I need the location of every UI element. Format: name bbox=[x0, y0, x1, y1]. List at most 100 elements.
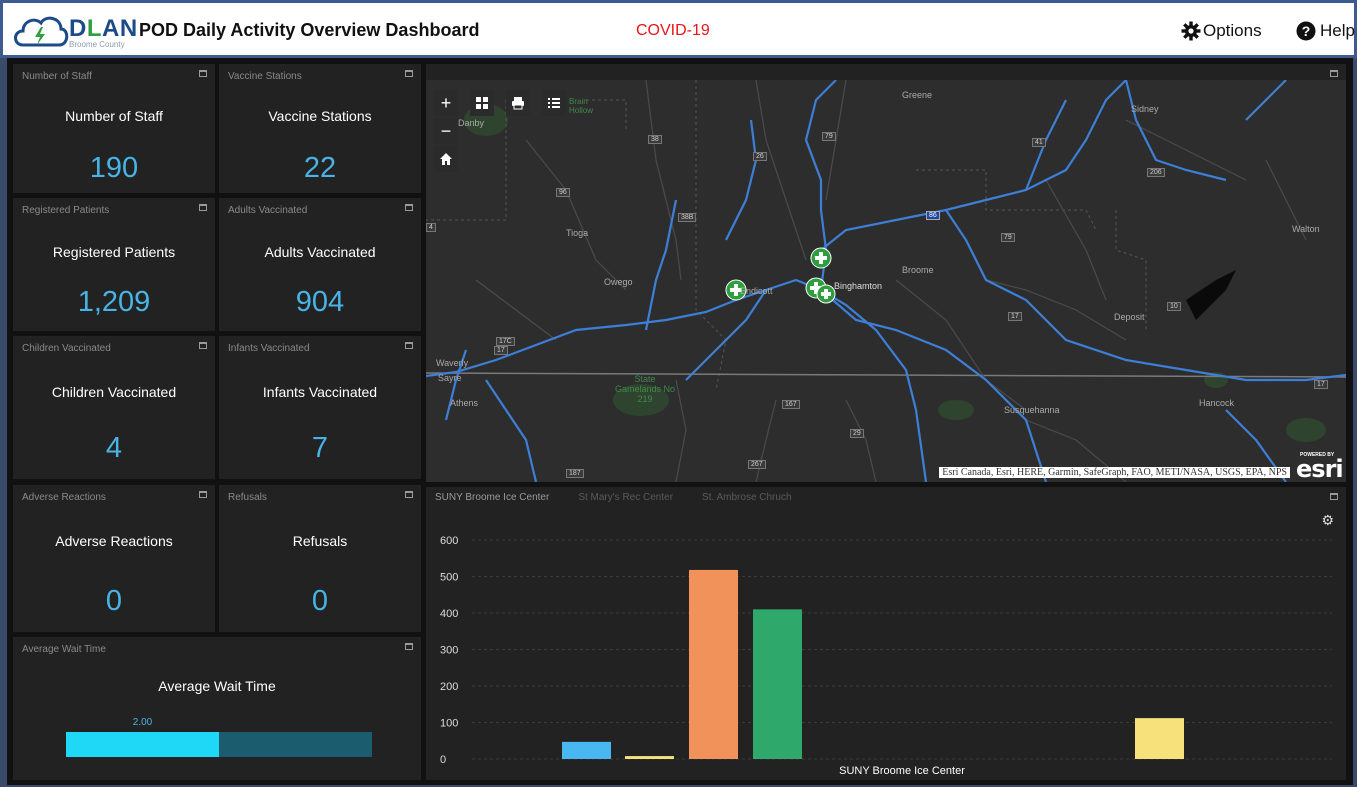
map-label: Sidney bbox=[1131, 104, 1159, 114]
indicator-adults-vaccinated: Adults Vaccinated Adults Vaccinated 904 bbox=[219, 198, 421, 331]
maximize-icon[interactable] bbox=[1330, 70, 1338, 77]
map-label: Hancock bbox=[1199, 398, 1235, 408]
route-shield: 29 bbox=[850, 429, 864, 438]
grid-icon bbox=[476, 97, 488, 109]
indicator-label: Adults Vaccinated bbox=[264, 244, 376, 260]
indicator-vaccine-stations: Vaccine Stations Vaccine Stations 22 bbox=[219, 64, 421, 193]
options-button[interactable]: Options bbox=[1181, 21, 1262, 41]
map-label: Walton bbox=[1292, 224, 1320, 234]
help-label: Help bbox=[1320, 21, 1355, 40]
card-header: Adverse Reactions bbox=[22, 492, 106, 503]
plus-icon: + bbox=[440, 92, 452, 113]
route-shield: 79 bbox=[1001, 233, 1015, 242]
legend-button[interactable] bbox=[542, 90, 566, 116]
app-header: DLAN Broome County POD Daily Activity Ov… bbox=[0, 0, 1357, 58]
maximize-icon[interactable] bbox=[405, 491, 413, 498]
x-category-label: SUNY Broome Ice Center bbox=[839, 765, 965, 777]
map-canvas[interactable]: Greene Sidney Danby Tioga Owego Endicott… bbox=[426, 80, 1346, 482]
map-label: Endicott bbox=[740, 286, 773, 296]
indicator-value: 0 bbox=[311, 585, 329, 617]
home-button[interactable] bbox=[434, 146, 458, 172]
basemap-gallery-button[interactable] bbox=[470, 90, 494, 116]
route-shield: 187 bbox=[566, 469, 584, 478]
maximize-icon[interactable] bbox=[199, 204, 207, 211]
minus-icon: − bbox=[440, 120, 452, 141]
gauge-value-label: 2.00 bbox=[132, 717, 153, 728]
print-icon bbox=[512, 97, 524, 110]
bar-chart-panel: SUNY Broome Ice Center St Mary's Rec Cen… bbox=[426, 487, 1346, 780]
y-tick-label: 300 bbox=[440, 645, 458, 657]
route-shield: 41 bbox=[1032, 138, 1046, 147]
map-label: State Gamelands No 219 bbox=[614, 374, 676, 404]
page-title: POD Daily Activity Overview Dashboard bbox=[139, 20, 480, 40]
bar[interactable] bbox=[689, 569, 738, 759]
maximize-icon[interactable] bbox=[199, 342, 207, 349]
logo-wordmark: DLAN bbox=[69, 15, 138, 42]
map-label: Broome bbox=[902, 265, 934, 275]
indicator-children-vaccinated: Children Vaccinated Children Vaccinated … bbox=[13, 336, 215, 479]
dlan-logo[interactable]: DLAN Broome County bbox=[11, 11, 137, 53]
indicator-label: Children Vaccinated bbox=[51, 384, 177, 400]
card-header: Number of Staff bbox=[22, 71, 92, 82]
gauge-fill bbox=[66, 732, 219, 757]
zoom-in-button[interactable]: + bbox=[434, 90, 458, 116]
route-shield: 167 bbox=[782, 400, 800, 409]
basemap bbox=[426, 80, 1346, 482]
maximize-icon[interactable] bbox=[199, 70, 207, 77]
indicator-value: 7 bbox=[311, 432, 329, 464]
indicator-value: 4 bbox=[105, 432, 123, 464]
maximize-icon[interactable] bbox=[405, 342, 413, 349]
print-button[interactable] bbox=[506, 90, 530, 116]
esri-logo[interactable]: POWERED BY esri bbox=[1292, 450, 1344, 482]
cloud-lightning-icon bbox=[14, 16, 69, 47]
map-label: Owego bbox=[604, 277, 633, 287]
card-header: Vaccine Stations bbox=[228, 71, 302, 82]
route-shield: 17C bbox=[496, 337, 515, 346]
card-header: Registered Patients bbox=[22, 205, 110, 216]
indicator-label: Vaccine Stations bbox=[268, 108, 372, 124]
route-shield: 10 bbox=[1167, 302, 1181, 311]
bar[interactable] bbox=[1135, 718, 1184, 759]
indicator-value: 22 bbox=[303, 152, 337, 184]
bar[interactable] bbox=[562, 741, 611, 759]
indicator-label: Registered Patients bbox=[52, 244, 176, 260]
map-label: Greene bbox=[902, 90, 933, 100]
indicator-label: Refusals bbox=[292, 533, 348, 549]
map-panel: Greene Sidney Danby Tioga Owego Endicott… bbox=[426, 64, 1346, 482]
help-button[interactable]: ? Help bbox=[1296, 21, 1355, 41]
map-attribution: Esri Canada, Esri, HERE, Garmin, SafeGra… bbox=[939, 467, 1290, 478]
maximize-icon[interactable] bbox=[405, 643, 413, 650]
map-label: Brain Hollow bbox=[569, 97, 594, 115]
bar[interactable] bbox=[625, 756, 674, 759]
indicator-refusals: Refusals Refusals 0 bbox=[219, 485, 421, 632]
map-label: Susquehanna bbox=[1004, 405, 1060, 415]
indicator-number-of-staff: Number of Staff Number of Staff 190 bbox=[13, 64, 215, 193]
indicator-label: Infants Vaccinated bbox=[262, 384, 378, 400]
zoom-out-button[interactable]: − bbox=[434, 118, 458, 144]
indicator-registered-patients: Registered Patients Registered Patients … bbox=[13, 198, 215, 331]
maximize-icon[interactable] bbox=[405, 70, 413, 77]
card-header: Adults Vaccinated bbox=[228, 205, 308, 216]
map-label: Sayre bbox=[438, 373, 462, 383]
y-tick-label: 200 bbox=[440, 681, 458, 693]
indicator-adverse-reactions: Adverse Reactions Adverse Reactions 0 bbox=[13, 485, 215, 632]
card-header: Infants Vaccinated bbox=[228, 343, 310, 354]
maximize-icon[interactable] bbox=[405, 204, 413, 211]
gauge-label: Average Wait Time bbox=[158, 678, 276, 694]
maximize-icon[interactable] bbox=[199, 491, 207, 498]
indicator-value: 904 bbox=[295, 286, 345, 318]
indicator-value: 1,209 bbox=[77, 286, 151, 318]
route-shield: 38B bbox=[678, 213, 697, 222]
y-tick-label: 100 bbox=[440, 718, 458, 730]
map-label: Danby bbox=[458, 118, 485, 128]
logo-subtitle: Broome County bbox=[69, 40, 125, 49]
card-header: Refusals bbox=[228, 492, 267, 503]
gear-icon bbox=[1181, 21, 1201, 41]
bar[interactable] bbox=[753, 609, 802, 759]
alert-label: COVID-19 bbox=[636, 22, 710, 39]
route-shield: 86 bbox=[926, 211, 940, 220]
route-shield: 267 bbox=[748, 460, 766, 469]
home-icon bbox=[440, 153, 452, 165]
map-label: Binghamton bbox=[834, 281, 883, 291]
route-shield: 17 bbox=[1314, 380, 1328, 389]
